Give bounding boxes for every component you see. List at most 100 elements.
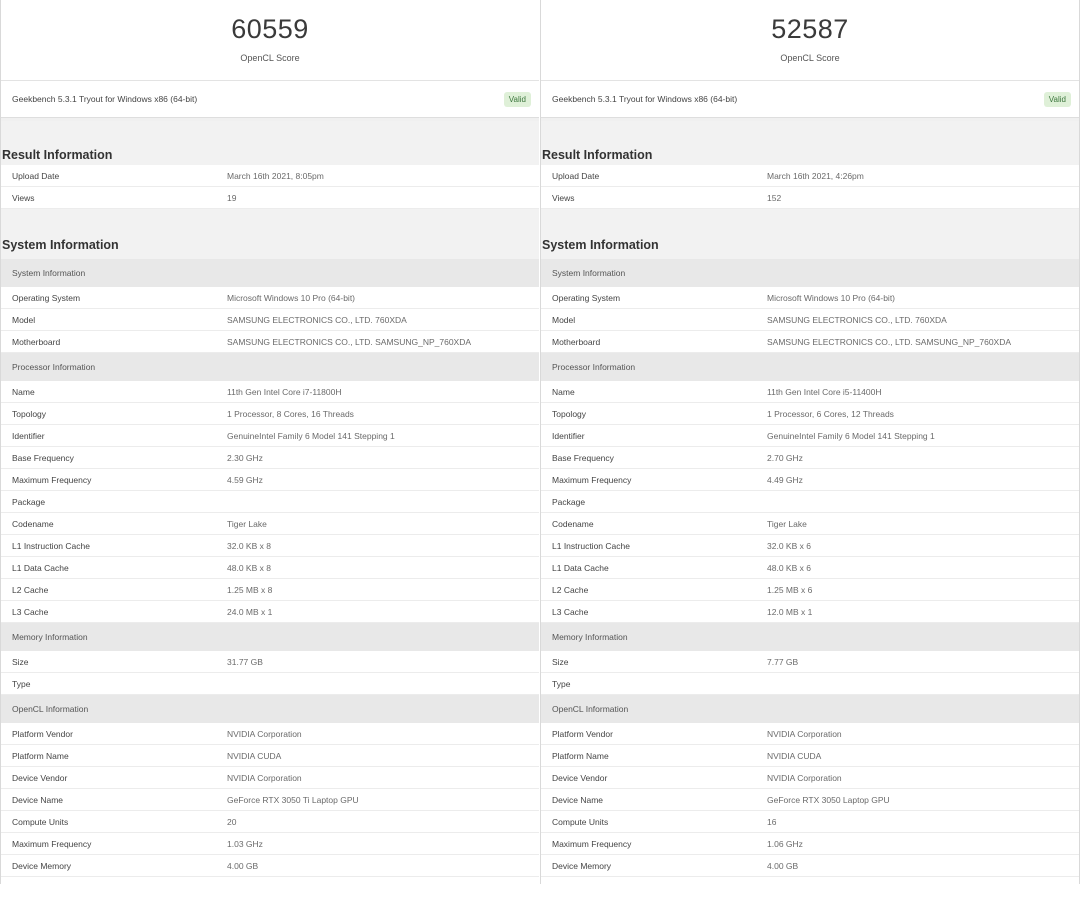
- table-row: L1 Instruction Cache 32.0 KB x 6: [541, 535, 1079, 557]
- table-row: L2 Cache 1.25 MB x 8: [1, 579, 539, 601]
- row-key: L2 Cache: [552, 584, 589, 595]
- table-row: L3 Cache 24.0 MB x 1: [1, 601, 539, 623]
- table-row: Compute Units 20: [1, 811, 539, 833]
- table-row: L3 Cache 12.0 MB x 1: [541, 601, 1079, 623]
- row-key: Size: [552, 656, 569, 667]
- row-key: Type: [12, 678, 31, 689]
- row-value: Tiger Lake: [227, 518, 267, 529]
- row-value: Microsoft Windows 10 Pro (64-bit): [767, 292, 896, 303]
- table-subheader-system: System Information: [1, 259, 539, 287]
- table-row: Maximum Frequency 4.49 GHz: [541, 469, 1079, 491]
- row-key: Views: [12, 192, 35, 203]
- table-row: Motherboard SAMSUNG ELECTRONICS CO., LTD.…: [1, 331, 539, 353]
- table-row: Package: [1, 491, 539, 513]
- table-row: Model SAMSUNG ELECTRONICS CO., LTD. 760XD…: [541, 309, 1079, 331]
- row-key: Motherboard: [12, 336, 61, 347]
- row-key: Model: [552, 314, 576, 325]
- row-key: Model: [12, 314, 36, 325]
- row-key: L3 Cache: [552, 606, 589, 617]
- row-value: March 16th 2021, 8:05pm: [227, 170, 324, 181]
- row-value: 4.00 GB: [767, 860, 799, 871]
- system-information-title: System Information: [541, 209, 1079, 259]
- row-key: Device Vendor: [552, 772, 608, 783]
- row-key: Maximum Frequency: [12, 474, 92, 485]
- result-information-table: Upload Date March 16th 2021, 8:05pm Views…: [1, 165, 539, 209]
- score-label: OpenCL Score: [240, 53, 300, 63]
- row-value: 1 Processor, 8 Cores, 16 Threads: [227, 408, 354, 419]
- row-value: 16: [767, 816, 777, 827]
- row-key: Topology: [12, 408, 47, 419]
- table-row: Identifier GenuineIntel Family 6 Model 14…: [1, 425, 539, 447]
- row-key: Device Memory: [552, 860, 612, 871]
- table-row: Maximum Frequency 1.03 GHz: [1, 833, 539, 855]
- row-value: 19: [227, 192, 237, 203]
- row-value: 1.03 GHz: [227, 838, 263, 849]
- row-value: 1.25 MB x 8: [227, 584, 273, 595]
- row-key: L1 Data Cache: [12, 562, 69, 573]
- row-key: Compute Units: [12, 816, 69, 827]
- row-value: 24.0 MB x 1: [227, 606, 273, 617]
- row-value: SAMSUNG ELECTRONICS CO., LTD. 760XDA: [767, 314, 947, 325]
- row-value: GenuineIntel Family 6 Model 141 Stepping…: [767, 430, 935, 441]
- table-row: Topology 1 Processor, 6 Cores, 12 Threads: [541, 403, 1079, 425]
- version-bar: Geekbench 5.3.1 Tryout for Windows x86 (…: [541, 81, 1079, 118]
- row-value: NVIDIA Corporation: [227, 728, 302, 739]
- row-key: Package: [12, 496, 46, 507]
- row-value: 48.0 KB x 6: [767, 562, 811, 573]
- table-row: L1 Data Cache 48.0 KB x 6: [541, 557, 1079, 579]
- row-key: Platform Vendor: [12, 728, 73, 739]
- table-row: L1 Instruction Cache 32.0 KB x 8: [1, 535, 539, 557]
- row-key: Upload Date: [552, 170, 600, 181]
- row-value: 1 Processor, 6 Cores, 12 Threads: [767, 408, 894, 419]
- row-key: Base Frequency: [552, 452, 614, 463]
- row-value: 11th Gen Intel Core i7-11800H: [227, 386, 342, 397]
- row-value: NVIDIA Corporation: [227, 772, 302, 783]
- table-subheader-memory: Memory Information: [1, 623, 539, 651]
- table-row: Device Name GeForce RTX 3050 Laptop GPU: [541, 789, 1079, 811]
- row-key: Identifier: [552, 430, 585, 441]
- score-box: 60559 OpenCL Score: [1, 0, 539, 81]
- score-box: 52587 OpenCL Score: [541, 0, 1079, 81]
- system-information-title: System Information: [1, 209, 539, 259]
- version-text: Geekbench 5.3.1 Tryout for Windows x86 (…: [12, 94, 198, 104]
- row-key: Device Name: [12, 794, 64, 805]
- table-subheader-processor: Processor Information: [541, 353, 1079, 381]
- table-row: Views 19: [1, 187, 539, 209]
- result-column-right: 52587 OpenCL Score Geekbench 5.3.1 Tryou…: [540, 0, 1080, 884]
- table-row: Operating System Microsoft Windows 10 Pro…: [1, 287, 539, 309]
- row-value: 7.77 GB: [767, 656, 799, 667]
- table-row: Identifier GenuineIntel Family 6 Model 14…: [541, 425, 1079, 447]
- row-value: 48.0 KB x 8: [227, 562, 271, 573]
- table-subheader-opencl: OpenCL Information: [541, 695, 1079, 723]
- table-row: Platform Vendor NVIDIA Corporation: [541, 723, 1079, 745]
- table-row: Codename Tiger Lake: [1, 513, 539, 535]
- table-row: Device Vendor NVIDIA Corporation: [1, 767, 539, 789]
- valid-badge: Valid: [503, 91, 531, 107]
- table-row: Maximum Frequency 4.59 GHz: [1, 469, 539, 491]
- table-row: Operating System Microsoft Windows 10 Pro…: [541, 287, 1079, 309]
- table-subheader-processor: Processor Information: [1, 353, 539, 381]
- score-value: 52587: [771, 14, 849, 44]
- row-value: GeForce RTX 3050 Laptop GPU: [767, 794, 890, 805]
- row-value: SAMSUNG ELECTRONICS CO., LTD. SAMSUNG_NP…: [767, 336, 1012, 347]
- table-row: Name 11th Gen Intel Core i7-11800H: [1, 381, 539, 403]
- valid-badge: Valid: [1043, 91, 1071, 107]
- result-information-title: Result Information: [1, 121, 539, 165]
- row-value: NVIDIA CUDA: [767, 750, 822, 761]
- table-subheader-opencl: OpenCL Information: [1, 695, 539, 723]
- row-key: Device Vendor: [12, 772, 68, 783]
- table-row: L2 Cache 1.25 MB x 6: [541, 579, 1079, 601]
- row-key: L1 Instruction Cache: [552, 540, 630, 551]
- table-row: Compute Units 16: [541, 811, 1079, 833]
- row-value: 4.59 GHz: [227, 474, 263, 485]
- row-value: 12.0 MB x 1: [767, 606, 813, 617]
- row-key: Motherboard: [552, 336, 601, 347]
- row-value: NVIDIA Corporation: [767, 772, 842, 783]
- table-row: Upload Date March 16th 2021, 8:05pm: [1, 165, 539, 187]
- table-row: Device Vendor NVIDIA Corporation: [541, 767, 1079, 789]
- row-value: SAMSUNG ELECTRONICS CO., LTD. SAMSUNG_NP…: [227, 336, 472, 347]
- row-key: Size: [12, 656, 29, 667]
- row-key: L2 Cache: [12, 584, 49, 595]
- row-key: Codename: [12, 518, 54, 529]
- system-information-table: System Information Operating System Micro…: [1, 259, 539, 877]
